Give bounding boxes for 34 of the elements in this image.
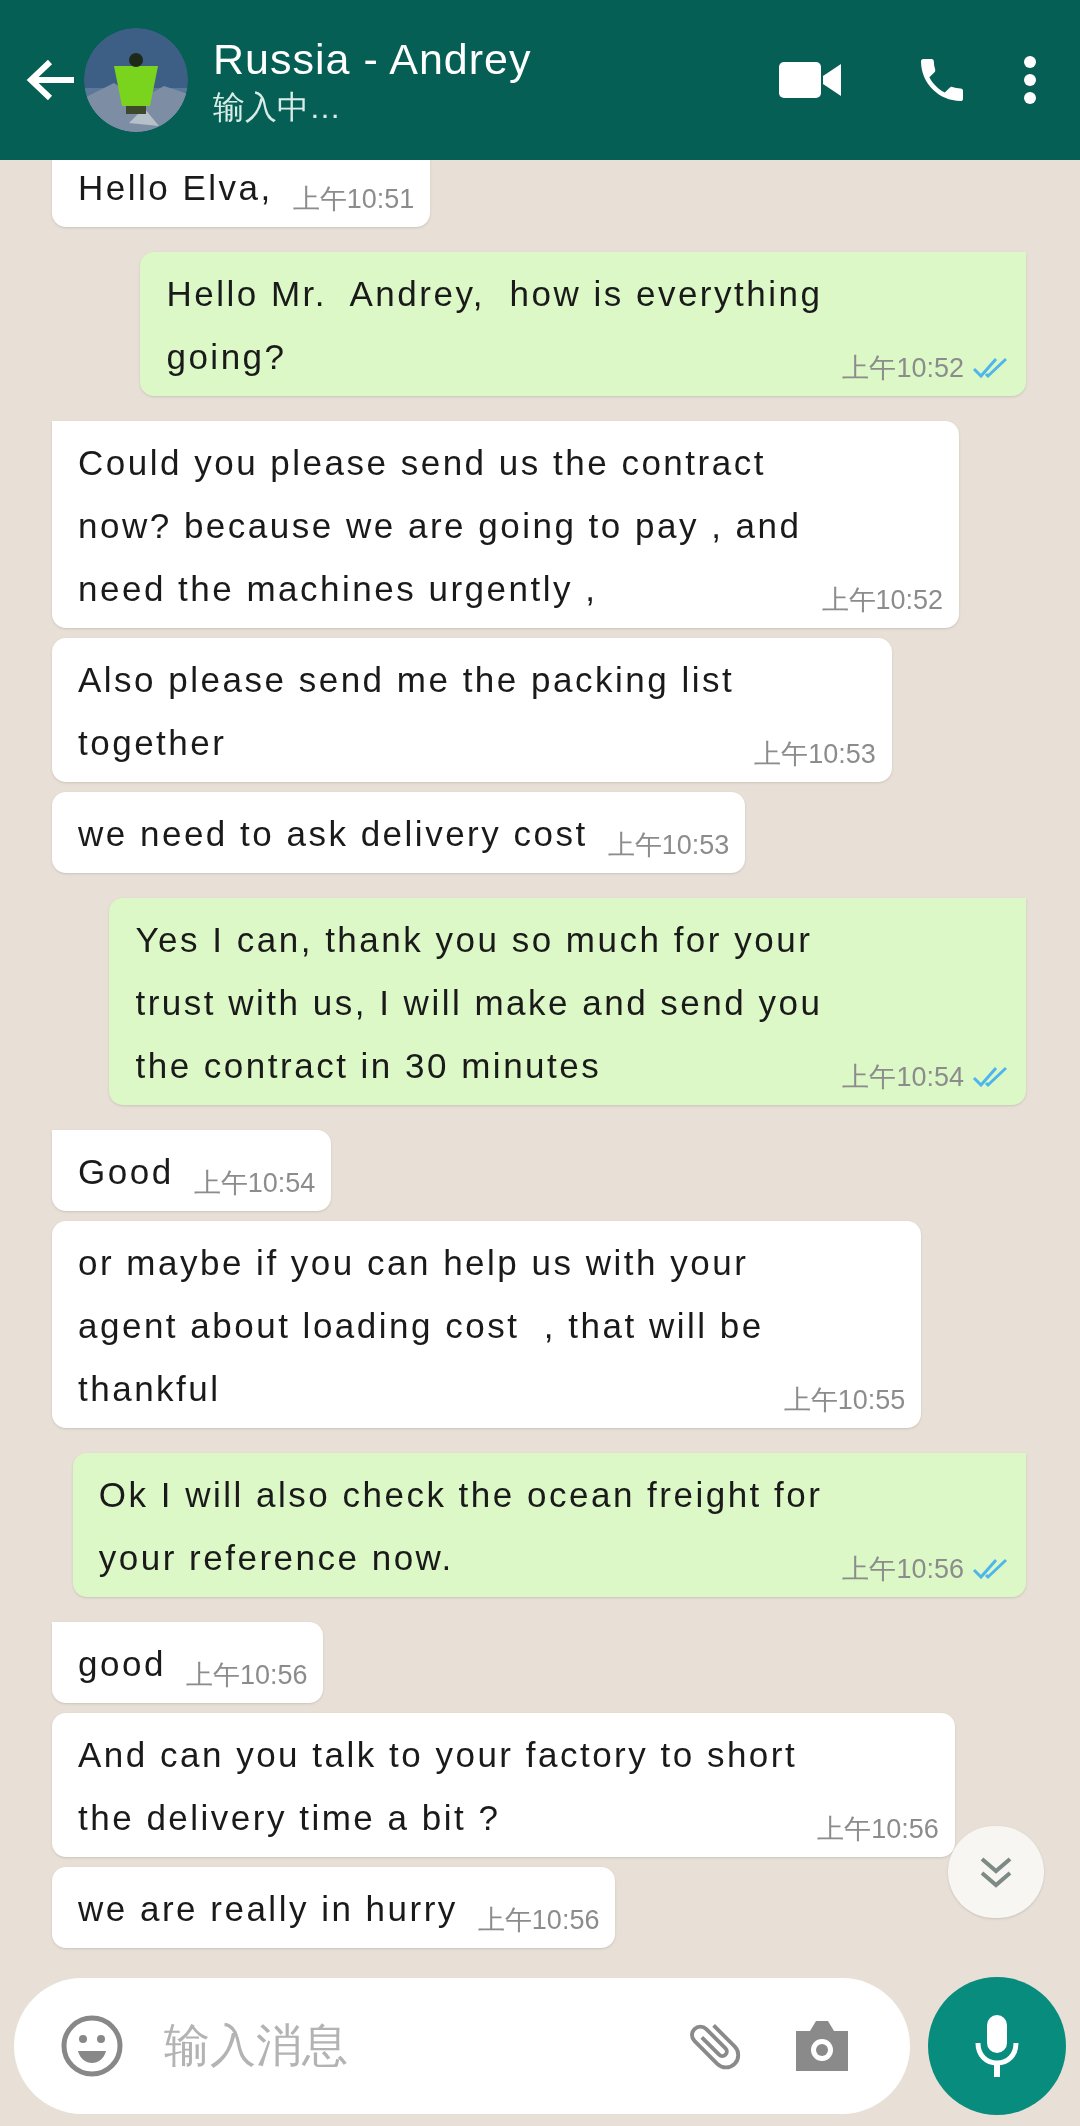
message-time: 上午10:54 bbox=[842, 1061, 964, 1094]
typing-status: 输入中… bbox=[213, 88, 342, 127]
more-icon bbox=[1023, 55, 1037, 105]
message-time: 上午10:56 bbox=[185, 1659, 308, 1692]
message-time: 上午10:56 bbox=[842, 1553, 964, 1586]
message-text: Also please send me the packing list together bbox=[78, 659, 735, 764]
message-text: we are really in hurry bbox=[78, 1888, 458, 1930]
message-text: Ok I will also check the ocean freight for your reference now. bbox=[98, 1474, 823, 1579]
message-time: 上午10:52 bbox=[842, 352, 964, 385]
message-text: Good bbox=[78, 1151, 174, 1193]
message-time: 上午10:51 bbox=[292, 183, 415, 216]
message-time: 上午10:52 bbox=[821, 584, 944, 617]
message-text: Yes I can, thank you so much for your trust with us, I will make and send you the contract in 30 minutes bbox=[135, 919, 823, 1087]
message-time: 上午10:56 bbox=[477, 1904, 600, 1937]
message-time: 上午10:53 bbox=[607, 829, 730, 862]
message-time: 上午10:54 bbox=[193, 1167, 316, 1200]
message-time: 上午10:53 bbox=[754, 738, 876, 771]
message-text: good bbox=[78, 1643, 166, 1685]
message-input-field[interactable]: 输入消息 bbox=[14, 1977, 910, 2114]
emoji-icon[interactable] bbox=[60, 2013, 124, 2078]
double-chevron-down-icon bbox=[978, 1855, 1014, 1889]
message-text: And can you talk to your factory to short the delivery time a bit ? bbox=[78, 1734, 798, 1839]
microphone-icon bbox=[974, 2012, 1020, 2079]
message-text: Hello Elva, bbox=[78, 167, 273, 209]
back-arrow-icon bbox=[26, 58, 76, 102]
message-input[interactable]: 输入消息 bbox=[164, 2011, 664, 2080]
message-text: Hello Mr. Andrey, how is everything going? bbox=[166, 273, 823, 378]
video-camera-icon bbox=[779, 60, 841, 100]
message-text: or maybe if you can help us with your agent about loading cost , that will be thankful bbox=[78, 1242, 764, 1410]
message-text: we need to ask delivery cost bbox=[78, 813, 588, 855]
message-text: Could you please send us the contract now? because we are going to pay , and need the machines urgently , bbox=[78, 442, 802, 610]
message-time: 上午10:56 bbox=[817, 1813, 939, 1846]
message-time: 上午10:55 bbox=[783, 1384, 906, 1417]
contact-name: Russia - Andrey bbox=[213, 34, 532, 85]
